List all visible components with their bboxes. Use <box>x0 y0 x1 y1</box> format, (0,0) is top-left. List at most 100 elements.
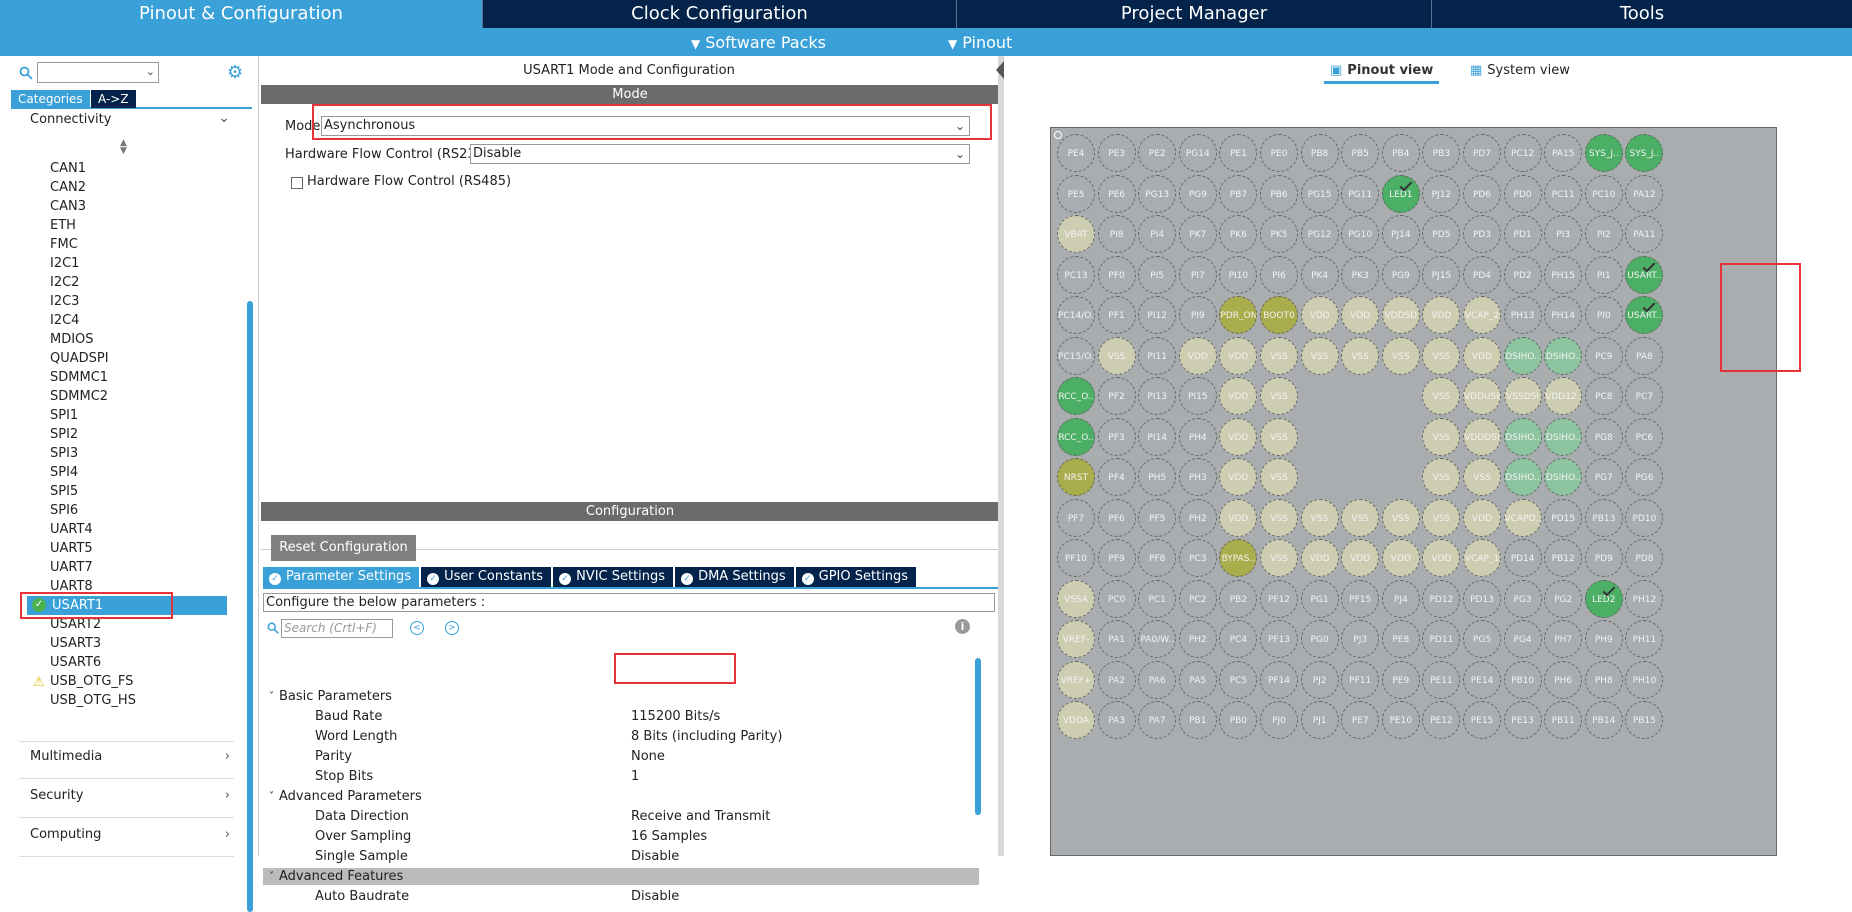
peripheral-can3[interactable]: CAN3 <box>7 197 242 216</box>
pin-ph15[interactable]: PH15 <box>1544 255 1583 294</box>
pin-pa11[interactable]: PA11 <box>1625 215 1664 253</box>
gear-icon[interactable]: ⚙ <box>227 62 243 83</box>
pin-pe8[interactable]: PE8 <box>1381 620 1420 658</box>
pin-vss[interactable]: VSS <box>1097 336 1136 375</box>
pinout-menu[interactable]: ▼ Pinout <box>948 28 1012 56</box>
category-security[interactable]: Security › <box>30 788 230 808</box>
pin-pg11[interactable]: PG11 <box>1341 174 1380 213</box>
peripheral-uart5[interactable]: UART5 <box>7 539 242 558</box>
pin-vdd[interactable]: VDD <box>1219 458 1258 496</box>
pin-boot0[interactable]: BOOT0 <box>1260 296 1298 334</box>
peripheral-i2c4[interactable]: I2C4 <box>7 311 242 330</box>
pin-ph10[interactable]: PH10 <box>1625 660 1664 699</box>
pin-vdd[interactable]: VDD <box>1381 539 1420 577</box>
parameter-group-advanced-features[interactable]: ˅ Advanced Features <box>263 868 979 885</box>
pin-vcapd[interactable]: VCAPD.. <box>1503 498 1542 537</box>
pin-vss[interactable]: VSS <box>1422 458 1461 496</box>
pin-pa12[interactable]: PA12 <box>1625 174 1664 213</box>
pin-pi4[interactable]: PI4 <box>1138 215 1177 253</box>
parameter-row-word-length[interactable]: Word Length 8 Bits (including Parity) <box>263 728 979 745</box>
sort-icon[interactable]: ▲ ▼ <box>120 139 127 156</box>
pin-vdd[interactable]: VDD <box>1422 296 1461 334</box>
pin-vss[interactable]: VSS <box>1381 498 1420 537</box>
pin-pd9[interactable]: PD9 <box>1584 539 1623 577</box>
pin-pc12[interactable]: PC12 <box>1503 134 1542 172</box>
pin-pk7[interactable]: PK7 <box>1178 215 1217 253</box>
pin-pa15[interactable]: PA15 <box>1544 134 1583 172</box>
pin-ph9[interactable]: PH9 <box>1584 620 1623 658</box>
pin-pd4[interactable]: PD4 <box>1463 255 1501 294</box>
pin-pe9[interactable]: PE9 <box>1381 660 1420 699</box>
pin-pi2[interactable]: PI2 <box>1584 215 1623 253</box>
pin-ph6[interactable]: PH6 <box>1544 660 1583 699</box>
pin-vdd[interactable]: VDD <box>1219 498 1258 537</box>
pin-pg9[interactable]: PG9 <box>1178 174 1217 213</box>
expand-icon[interactable]: ˅ <box>269 868 274 885</box>
peripheral-i2c3[interactable]: I2C3 <box>7 292 242 311</box>
pin-pc4[interactable]: PC4 <box>1219 620 1258 658</box>
pin-pe6[interactable]: PE6 <box>1097 174 1136 213</box>
peripheral-spi4[interactable]: SPI4 <box>7 463 242 482</box>
pin-led1[interactable]: LED1 <box>1381 174 1420 213</box>
peripheral-uart4[interactable]: UART4 <box>7 520 242 539</box>
pin-pa7[interactable]: PA7 <box>1138 701 1177 739</box>
pin-pi10[interactable]: PI10 <box>1219 255 1258 294</box>
tab-tools[interactable]: Tools <box>1432 0 1852 28</box>
info-icon[interactable]: i <box>955 619 970 634</box>
peripheral-can1[interactable]: CAN1 <box>7 159 242 178</box>
pin-pb5[interactable]: PB5 <box>1341 134 1380 172</box>
pin-pf4[interactable]: PF4 <box>1097 458 1136 496</box>
pin-pg13[interactable]: PG13 <box>1138 174 1177 213</box>
tab-gpio-settings[interactable]: ✓ GPIO Settings <box>795 567 917 587</box>
parameter-group-basic-parameters[interactable]: ˅ Basic Parameters <box>263 688 979 705</box>
pin-pb10[interactable]: PB10 <box>1503 660 1542 699</box>
pin-pe12[interactable]: PE12 <box>1422 701 1461 739</box>
pin-pa1[interactable]: PA1 <box>1097 620 1136 658</box>
pin-pg1[interactable]: PG1 <box>1300 579 1339 618</box>
pin-dsiho[interactable]: DSIHO.. <box>1544 458 1583 496</box>
pin-pj1[interactable]: PJ1 <box>1300 701 1339 739</box>
pin-pe11[interactable]: PE11 <box>1422 660 1461 699</box>
pin-pf7[interactable]: PF7 <box>1057 498 1095 537</box>
pin-usart[interactable]: USART.. <box>1625 296 1664 334</box>
pin-pe10[interactable]: PE10 <box>1381 701 1420 739</box>
pin-ph11[interactable]: PH11 <box>1625 620 1664 658</box>
pin-vdd[interactable]: VDD <box>1463 336 1501 375</box>
pin-vdd[interactable]: VDD <box>1341 296 1380 334</box>
peripheral-i2c2[interactable]: I2C2 <box>7 273 242 292</box>
peripheral-usart3[interactable]: USART3 <box>7 634 242 653</box>
pin-pa6[interactable]: PA6 <box>1138 660 1177 699</box>
parameter-row-stop-bits[interactable]: Stop Bits 1 <box>263 768 979 785</box>
pin-pc3[interactable]: PC3 <box>1178 539 1217 577</box>
pin-vss[interactable]: VSS <box>1463 458 1501 496</box>
pin-pf3[interactable]: PF3 <box>1097 417 1136 456</box>
pin-pd5[interactable]: PD5 <box>1422 215 1461 253</box>
pin-pj3[interactable]: PJ3 <box>1341 620 1380 658</box>
pin-pd11[interactable]: PD11 <box>1422 620 1461 658</box>
pin-rcc-o[interactable]: RCC_O.. <box>1057 417 1095 456</box>
pin-pg12[interactable]: PG12 <box>1300 215 1339 253</box>
pin-pi0[interactable]: PI0 <box>1584 296 1623 334</box>
pin-ph5[interactable]: PH5 <box>1138 458 1177 496</box>
peripheral-usb-otg-fs[interactable]: ⚠ USB_OTG_FS <box>7 672 242 691</box>
pin-rcc-o[interactable]: RCC_O.. <box>1057 377 1095 415</box>
pin-pb14[interactable]: PB14 <box>1584 701 1623 739</box>
pin-usart[interactable]: USART.. <box>1625 255 1664 294</box>
pin-pb1[interactable]: PB1 <box>1178 701 1217 739</box>
pin-pi12[interactable]: PI12 <box>1138 296 1177 334</box>
pin-pi6[interactable]: PI6 <box>1260 255 1298 294</box>
pin-pf10[interactable]: PF10 <box>1057 539 1095 577</box>
pin-pf12[interactable]: PF12 <box>1260 579 1298 618</box>
pin-ph13[interactable]: PH13 <box>1503 296 1542 334</box>
pin-vss[interactable]: VSS <box>1422 498 1461 537</box>
pin-pd8[interactable]: PD8 <box>1625 539 1664 577</box>
pin-pd15[interactable]: PD15 <box>1544 498 1583 537</box>
pin-ph7[interactable]: PH7 <box>1544 620 1583 658</box>
pin-pg3[interactable]: PG3 <box>1503 579 1542 618</box>
pin-vss[interactable]: VSS <box>1422 377 1461 415</box>
pin-pa3[interactable]: PA3 <box>1097 701 1136 739</box>
pin-pc9[interactable]: PC9 <box>1584 336 1623 375</box>
pin-pc2[interactable]: PC2 <box>1178 579 1217 618</box>
pin-pj15[interactable]: PJ15 <box>1422 255 1461 294</box>
pin-vss[interactable]: VSS <box>1422 336 1461 375</box>
